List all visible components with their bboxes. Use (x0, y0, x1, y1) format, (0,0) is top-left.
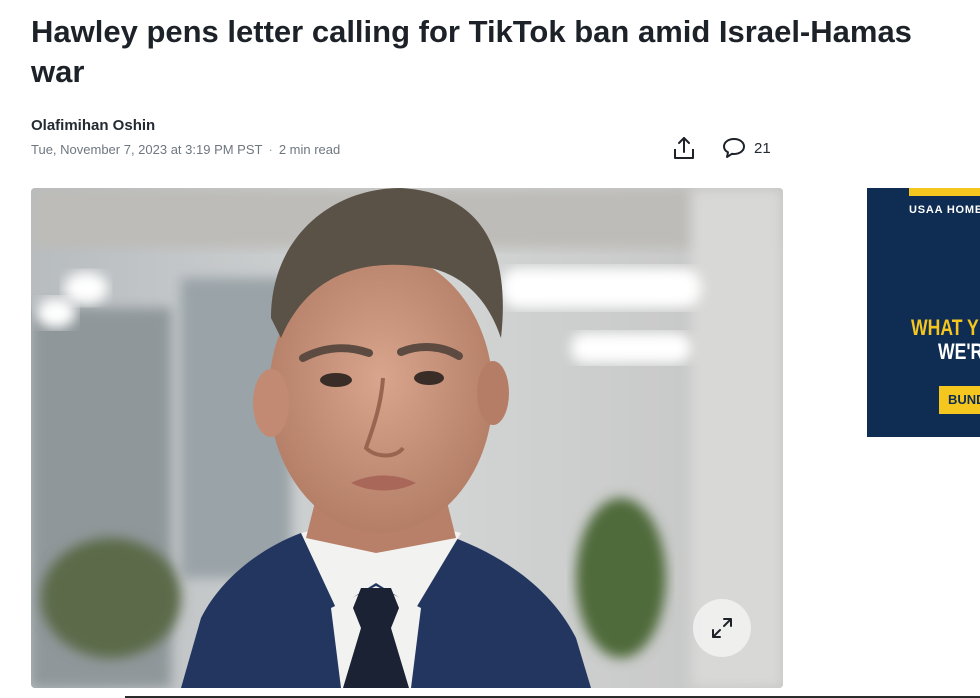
advertisement[interactable]: USAA HOME WHAT Y WE'R BUND (867, 188, 980, 437)
ad-brand: USAA HOME (909, 204, 980, 216)
hero-image[interactable] (31, 188, 783, 688)
ad-cta-button[interactable]: BUND (939, 386, 980, 414)
ad-accent-bar (909, 188, 980, 196)
publish-date: Tue, November 7, 2023 at 3:19 PM PST (31, 142, 263, 157)
article-headline: Hawley pens letter calling for TikTok ba… (31, 14, 912, 89)
meta-separator: · (268, 142, 273, 157)
author-name[interactable]: Olafimihan Oshin (31, 117, 340, 134)
ad-headline-line2: WE'R (938, 339, 980, 364)
expand-image-button[interactable] (693, 599, 751, 657)
read-time: 2 min read (278, 142, 341, 157)
share-icon (674, 137, 694, 159)
comments-button[interactable]: 21 (722, 137, 771, 159)
share-button[interactable] (668, 134, 700, 162)
person-photo (31, 188, 783, 688)
ad-headline-line1: WHAT Y (911, 315, 979, 340)
expand-icon (712, 618, 732, 638)
article-actions: 21 (668, 134, 771, 162)
byline: Olafimihan Oshin Tue, November 7, 2023 a… (31, 117, 340, 157)
comment-count: 21 (754, 139, 771, 157)
article-meta: Tue, November 7, 2023 at 3:19 PM PST · 2 m… (31, 142, 340, 157)
comment-icon (723, 138, 745, 158)
